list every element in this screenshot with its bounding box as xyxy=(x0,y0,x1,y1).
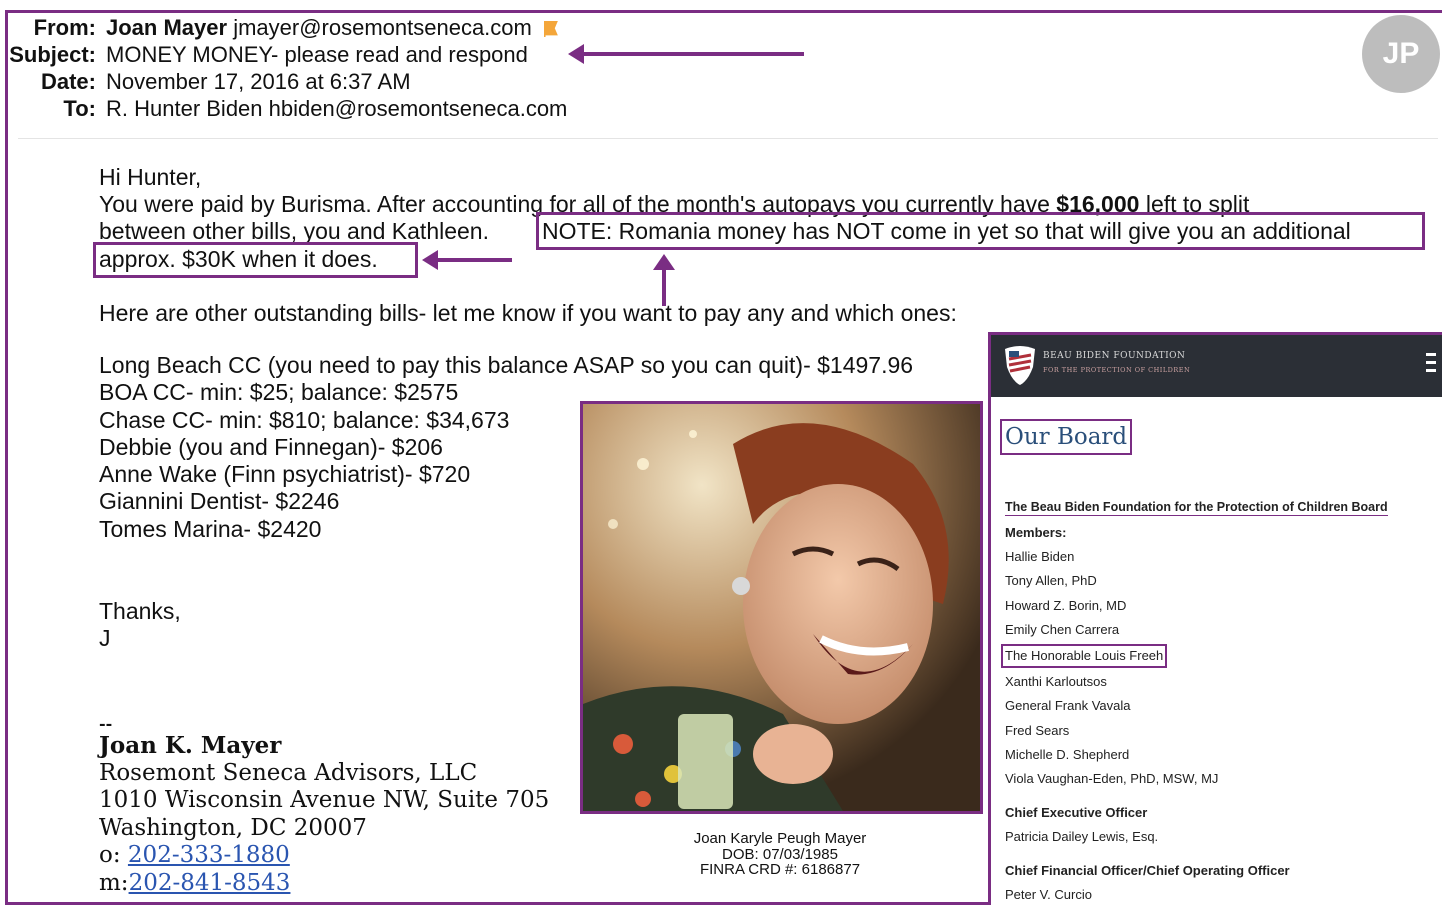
greeting: Hi Hunter, xyxy=(99,164,202,190)
person-photo xyxy=(580,401,983,814)
site-logo-subtitle: FOR THE PROTECTION OF CHILDREN xyxy=(1043,366,1191,374)
office-phone-row: o: 202-333-1880 xyxy=(99,842,549,870)
signature-block: -- Joan K. Mayer Rosemont Seneca Advisor… xyxy=(99,716,550,898)
caption-name: Joan Karyle Peugh Mayer xyxy=(693,830,867,847)
mobile-label: m: xyxy=(99,869,129,896)
subject-arrow-icon xyxy=(568,44,804,64)
signature-dashes: -- xyxy=(99,714,113,733)
subject-label: Subject: xyxy=(9,42,96,67)
site-logo-title: BEAU BIDEN FOUNDATION xyxy=(1043,351,1186,361)
sender-name[interactable]: Joan Mayer xyxy=(106,15,227,40)
email-header: From: Joan Mayer jmayer@rosemontseneca.co… xyxy=(0,14,567,122)
sender-email[interactable]: jmayer@rosemontseneca.com xyxy=(233,15,532,40)
signature-company: Rosemont Seneca Advisors, LLC xyxy=(99,759,478,786)
list-item: Howard Z. Borin, MD xyxy=(1005,597,1127,613)
sender-avatar[interactable]: JP xyxy=(1362,15,1440,93)
from-row: From: Joan Mayer jmayer@rosemontseneca.co… xyxy=(0,14,567,41)
list-item: Tony Allen, PhD xyxy=(1005,573,1097,589)
romania-note: NOTE: Romania money has NOT come in yet … xyxy=(542,218,1351,244)
member-name: The Honorable Louis Freeh xyxy=(1005,648,1164,664)
subject-text: MONEY MONEY- please read and respond xyxy=(106,42,528,67)
board-heading: The Beau Biden Foundation for the Protec… xyxy=(1005,500,1388,516)
list-item-highlighted: The Honorable Louis Freeh xyxy=(1001,644,1168,669)
list-item: Viola Vaughan-Eden, PhD, MSW, MJ xyxy=(1005,771,1219,787)
list-item: Fred Sears xyxy=(1005,722,1070,738)
list-item: Emily Chen Carrera xyxy=(1005,621,1120,637)
subject-row: Subject: MONEY MONEY- please read and res… xyxy=(0,41,567,68)
signature-address-2: Washington, DC 20007 xyxy=(99,814,367,841)
list-item: Michelle D. Shepherd xyxy=(1005,747,1130,763)
recipient-email[interactable]: hbiden@rosemontseneca.com xyxy=(269,96,568,121)
board-list: The Beau Biden Foundation for the Protec… xyxy=(1001,500,1388,905)
ceo-label: Chief Executive Officer xyxy=(1005,804,1148,820)
site-logo[interactable]: BEAU BIDEN FOUNDATION FOR THE PROTECTION… xyxy=(1043,349,1190,377)
from-label: From: xyxy=(33,15,96,40)
bills-intro: Here are other outstanding bills- let me… xyxy=(99,300,957,326)
ceo-name: Patricia Dailey Lewis, Esq. xyxy=(1005,828,1159,844)
signature-name: Joan K. Mayer xyxy=(99,732,282,759)
office-label: o: xyxy=(99,842,128,868)
flag-icon[interactable] xyxy=(543,21,558,37)
photo-caption: Joan Karyle Peugh Mayer DOB: 07/03/1985 … xyxy=(660,831,900,878)
list-item: Long Beach CC (you need to pay this bala… xyxy=(99,352,914,378)
photo-illustration xyxy=(583,404,980,811)
mobile-phone-row: m:202-841-8543 xyxy=(99,870,549,898)
thanks: Thanks, xyxy=(99,598,181,624)
site-header: BEAU BIDEN FOUNDATION FOR THE PROTECTION… xyxy=(991,335,1442,397)
caption-dob: DOB: 07/03/1985 xyxy=(722,845,838,863)
signoff-initial: J xyxy=(99,625,111,651)
list-item: General Frank Vavala xyxy=(1005,698,1131,714)
signature-address-1: 1010 Wisconsin Avenue NW, Suite 705 xyxy=(99,787,550,813)
recipient-name[interactable]: R. Hunter Biden xyxy=(106,96,263,121)
cfo-name: Peter V. Curcio xyxy=(1005,886,1092,902)
caption-crd: FINRA CRD #: 6186877 xyxy=(699,861,861,878)
shield-icon[interactable] xyxy=(1003,345,1037,387)
office-phone-link[interactable]: 202-333-1880 xyxy=(128,842,290,868)
list-item: Hallie Biden xyxy=(1005,549,1075,564)
members-label: Members: xyxy=(1005,525,1067,540)
approx-arrow-icon xyxy=(422,250,512,270)
date-text: November 17, 2016 at 6:37 AM xyxy=(106,69,411,94)
date-label: Date: xyxy=(40,69,96,94)
page-title: Our Board xyxy=(1000,419,1133,455)
header-divider xyxy=(18,138,1438,139)
paragraph-line-3: approx. $30K when it does. xyxy=(99,246,378,272)
list-item: Xanthi Karloutsos xyxy=(1005,674,1107,690)
to-row: To: R. Hunter Biden hbiden@rosemontseneca… xyxy=(0,95,567,122)
cfo-label: Chief Financial Officer/Chief Operating … xyxy=(1005,862,1290,878)
mobile-phone-link[interactable]: 202-841-8543 xyxy=(129,870,291,896)
menu-icon[interactable] xyxy=(1426,353,1436,377)
foundation-website: BEAU BIDEN FOUNDATION FOR THE PROTECTION… xyxy=(988,332,1442,905)
to-label: To: xyxy=(63,96,96,121)
paragraph-line-2: between other bills, you and Kathleen. xyxy=(99,218,489,244)
date-row: Date: November 17, 2016 at 6:37 AM xyxy=(0,68,567,95)
